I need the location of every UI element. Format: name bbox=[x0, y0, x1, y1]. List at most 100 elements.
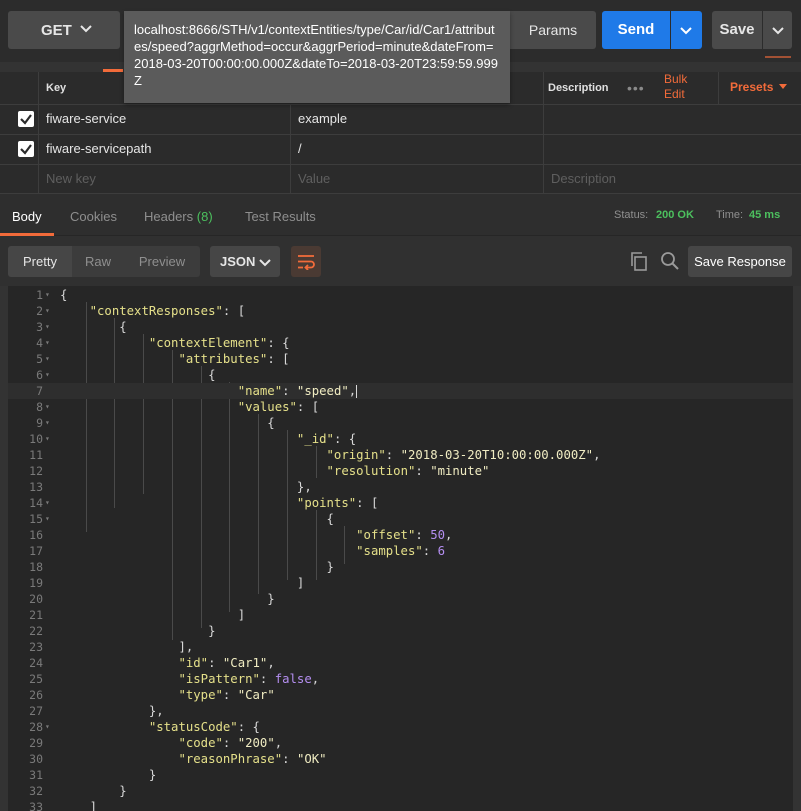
time-label: Time: bbox=[716, 209, 744, 221]
fold-arrow-icon[interactable]: ▾ bbox=[45, 719, 50, 735]
tab-body[interactable]: Body bbox=[12, 209, 42, 224]
column-header-key: Key bbox=[46, 82, 67, 94]
code-text: "isPattern": false, bbox=[178, 672, 320, 686]
line-number: 9 bbox=[36, 416, 43, 430]
code-line: 26 "type": "Car" bbox=[8, 687, 793, 703]
fold-arrow-icon[interactable]: ▾ bbox=[45, 511, 50, 527]
fold-arrow-icon[interactable]: ▾ bbox=[45, 399, 50, 415]
new-value-input[interactable]: Value bbox=[298, 164, 330, 194]
chevron-down-icon bbox=[259, 259, 271, 267]
code-line: 21 ] bbox=[8, 607, 793, 623]
fold-arrow-icon[interactable]: ▾ bbox=[45, 367, 50, 383]
header-key[interactable]: fiware-service bbox=[46, 104, 126, 134]
code-line: 10 ▾ "_id": { bbox=[8, 431, 793, 447]
column-divider bbox=[38, 72, 39, 194]
line-number: 2 bbox=[36, 304, 43, 318]
code-line: 15 ▾ { bbox=[8, 511, 793, 527]
line-number: 25 bbox=[29, 672, 43, 686]
save-button[interactable]: Save bbox=[712, 11, 762, 49]
code-line: 33 ] bbox=[8, 799, 793, 811]
fold-arrow-icon[interactable]: ▾ bbox=[45, 431, 50, 447]
code-line: 25 "isPattern": false, bbox=[8, 671, 793, 687]
code-line: 20 } bbox=[8, 591, 793, 607]
checkmark-icon bbox=[20, 144, 32, 155]
code-line: 12 "resolution": "minute" bbox=[8, 463, 793, 479]
new-key-input[interactable]: New key bbox=[46, 164, 96, 194]
save-dropdown-button[interactable] bbox=[763, 11, 792, 49]
tab-test-results[interactable]: Test Results bbox=[245, 209, 316, 224]
url-input[interactable]: localhost:8666/STH/v1/contextEntities/ty… bbox=[124, 11, 510, 103]
chevron-down-icon bbox=[680, 27, 692, 35]
copy-icon[interactable] bbox=[629, 251, 649, 271]
code-text: ], bbox=[178, 640, 194, 654]
tab-indicator bbox=[765, 56, 791, 58]
fold-arrow-icon[interactable]: ▾ bbox=[45, 319, 50, 335]
status-value: 200 OK bbox=[656, 209, 694, 221]
code-text: } bbox=[208, 624, 216, 638]
code-line: 30 "reasonPhrase": "OK" bbox=[8, 751, 793, 767]
code-text: "type": "Car" bbox=[178, 688, 275, 702]
tab-headers[interactable]: Headers (8) bbox=[144, 209, 213, 224]
code-line: 29 "code": "200", bbox=[8, 735, 793, 751]
chevron-down-icon bbox=[80, 25, 92, 33]
header-value[interactable]: / bbox=[298, 134, 302, 164]
search-icon[interactable] bbox=[660, 251, 680, 271]
params-button[interactable]: Params bbox=[510, 11, 596, 49]
fold-arrow-icon[interactable]: ▾ bbox=[45, 335, 50, 351]
line-number: 29 bbox=[29, 736, 43, 750]
bulk-edit-link[interactable]: Bulk Edit bbox=[664, 72, 704, 102]
header-checkbox[interactable] bbox=[18, 111, 34, 127]
fold-arrow-icon[interactable]: ▾ bbox=[45, 415, 50, 431]
send-button[interactable]: Send bbox=[602, 11, 670, 49]
fold-arrow-icon[interactable]: ▾ bbox=[45, 303, 50, 319]
line-number: 7 bbox=[36, 384, 43, 398]
code-line: 11 "origin": "2018-03-20T10:00:00.000Z", bbox=[8, 447, 793, 463]
code-text: { bbox=[60, 288, 68, 302]
code-text: "origin": "2018-03-20T10:00:00.000Z", bbox=[326, 448, 601, 462]
save-response-button[interactable]: Save Response bbox=[688, 246, 792, 277]
code-text: "offset": 50, bbox=[356, 528, 453, 542]
code-line: 14 ▾ "points": [ bbox=[8, 495, 793, 511]
line-number: 28 bbox=[29, 720, 43, 734]
line-number: 27 bbox=[29, 704, 43, 718]
tab-cookies[interactable]: Cookies bbox=[70, 209, 117, 224]
code-line: 17 "samples": 6 bbox=[8, 543, 793, 559]
code-text: { bbox=[208, 368, 216, 382]
view-preview-button[interactable]: Preview bbox=[124, 246, 200, 277]
code-text: { bbox=[326, 512, 334, 526]
response-body-editor[interactable]: 1 ▾{2 ▾ "contextResponses": [3 ▾ {4 ▾ "conte… bbox=[8, 286, 793, 811]
header-key[interactable]: fiware-servicepath bbox=[46, 134, 152, 164]
header-checkbox[interactable] bbox=[18, 141, 34, 157]
column-divider bbox=[290, 104, 291, 194]
code-line: 32 } bbox=[8, 783, 793, 799]
format-select[interactable]: JSON bbox=[210, 246, 280, 277]
code-text: "contextResponses": [ bbox=[89, 304, 246, 318]
code-line: 6 ▾ { bbox=[8, 367, 793, 383]
line-number: 20 bbox=[29, 592, 43, 606]
code-line: 9 ▾ { bbox=[8, 415, 793, 431]
code-line: 13 }, bbox=[8, 479, 793, 495]
line-number: 6 bbox=[36, 368, 43, 382]
wrap-lines-button[interactable] bbox=[291, 246, 321, 277]
code-line: 4 ▾ "contextElement": { bbox=[8, 335, 793, 351]
view-pretty-button[interactable]: Pretty bbox=[8, 246, 72, 277]
line-number: 11 bbox=[29, 448, 43, 462]
code-line: 27 }, bbox=[8, 703, 793, 719]
presets-dropdown[interactable]: Presets bbox=[730, 80, 787, 94]
send-dropdown-button[interactable] bbox=[671, 11, 702, 49]
code-text: ] bbox=[89, 800, 98, 811]
chevron-down-icon bbox=[772, 27, 784, 35]
view-raw-button[interactable]: Raw bbox=[72, 246, 124, 277]
fold-arrow-icon[interactable]: ▾ bbox=[45, 351, 50, 367]
method-select[interactable]: GET bbox=[8, 11, 120, 49]
code-text: } bbox=[148, 768, 157, 782]
code-text: "samples": 6 bbox=[356, 544, 445, 558]
line-number: 22 bbox=[29, 624, 43, 638]
fold-arrow-icon[interactable]: ▾ bbox=[45, 287, 50, 303]
fold-arrow-icon[interactable]: ▾ bbox=[45, 495, 50, 511]
new-description-input[interactable]: Description bbox=[551, 164, 616, 194]
time-value: 45 ms bbox=[749, 209, 781, 221]
header-value[interactable]: example bbox=[298, 104, 347, 134]
code-text: "values": [ bbox=[237, 400, 320, 414]
more-options-icon[interactable]: ••• bbox=[627, 80, 645, 96]
